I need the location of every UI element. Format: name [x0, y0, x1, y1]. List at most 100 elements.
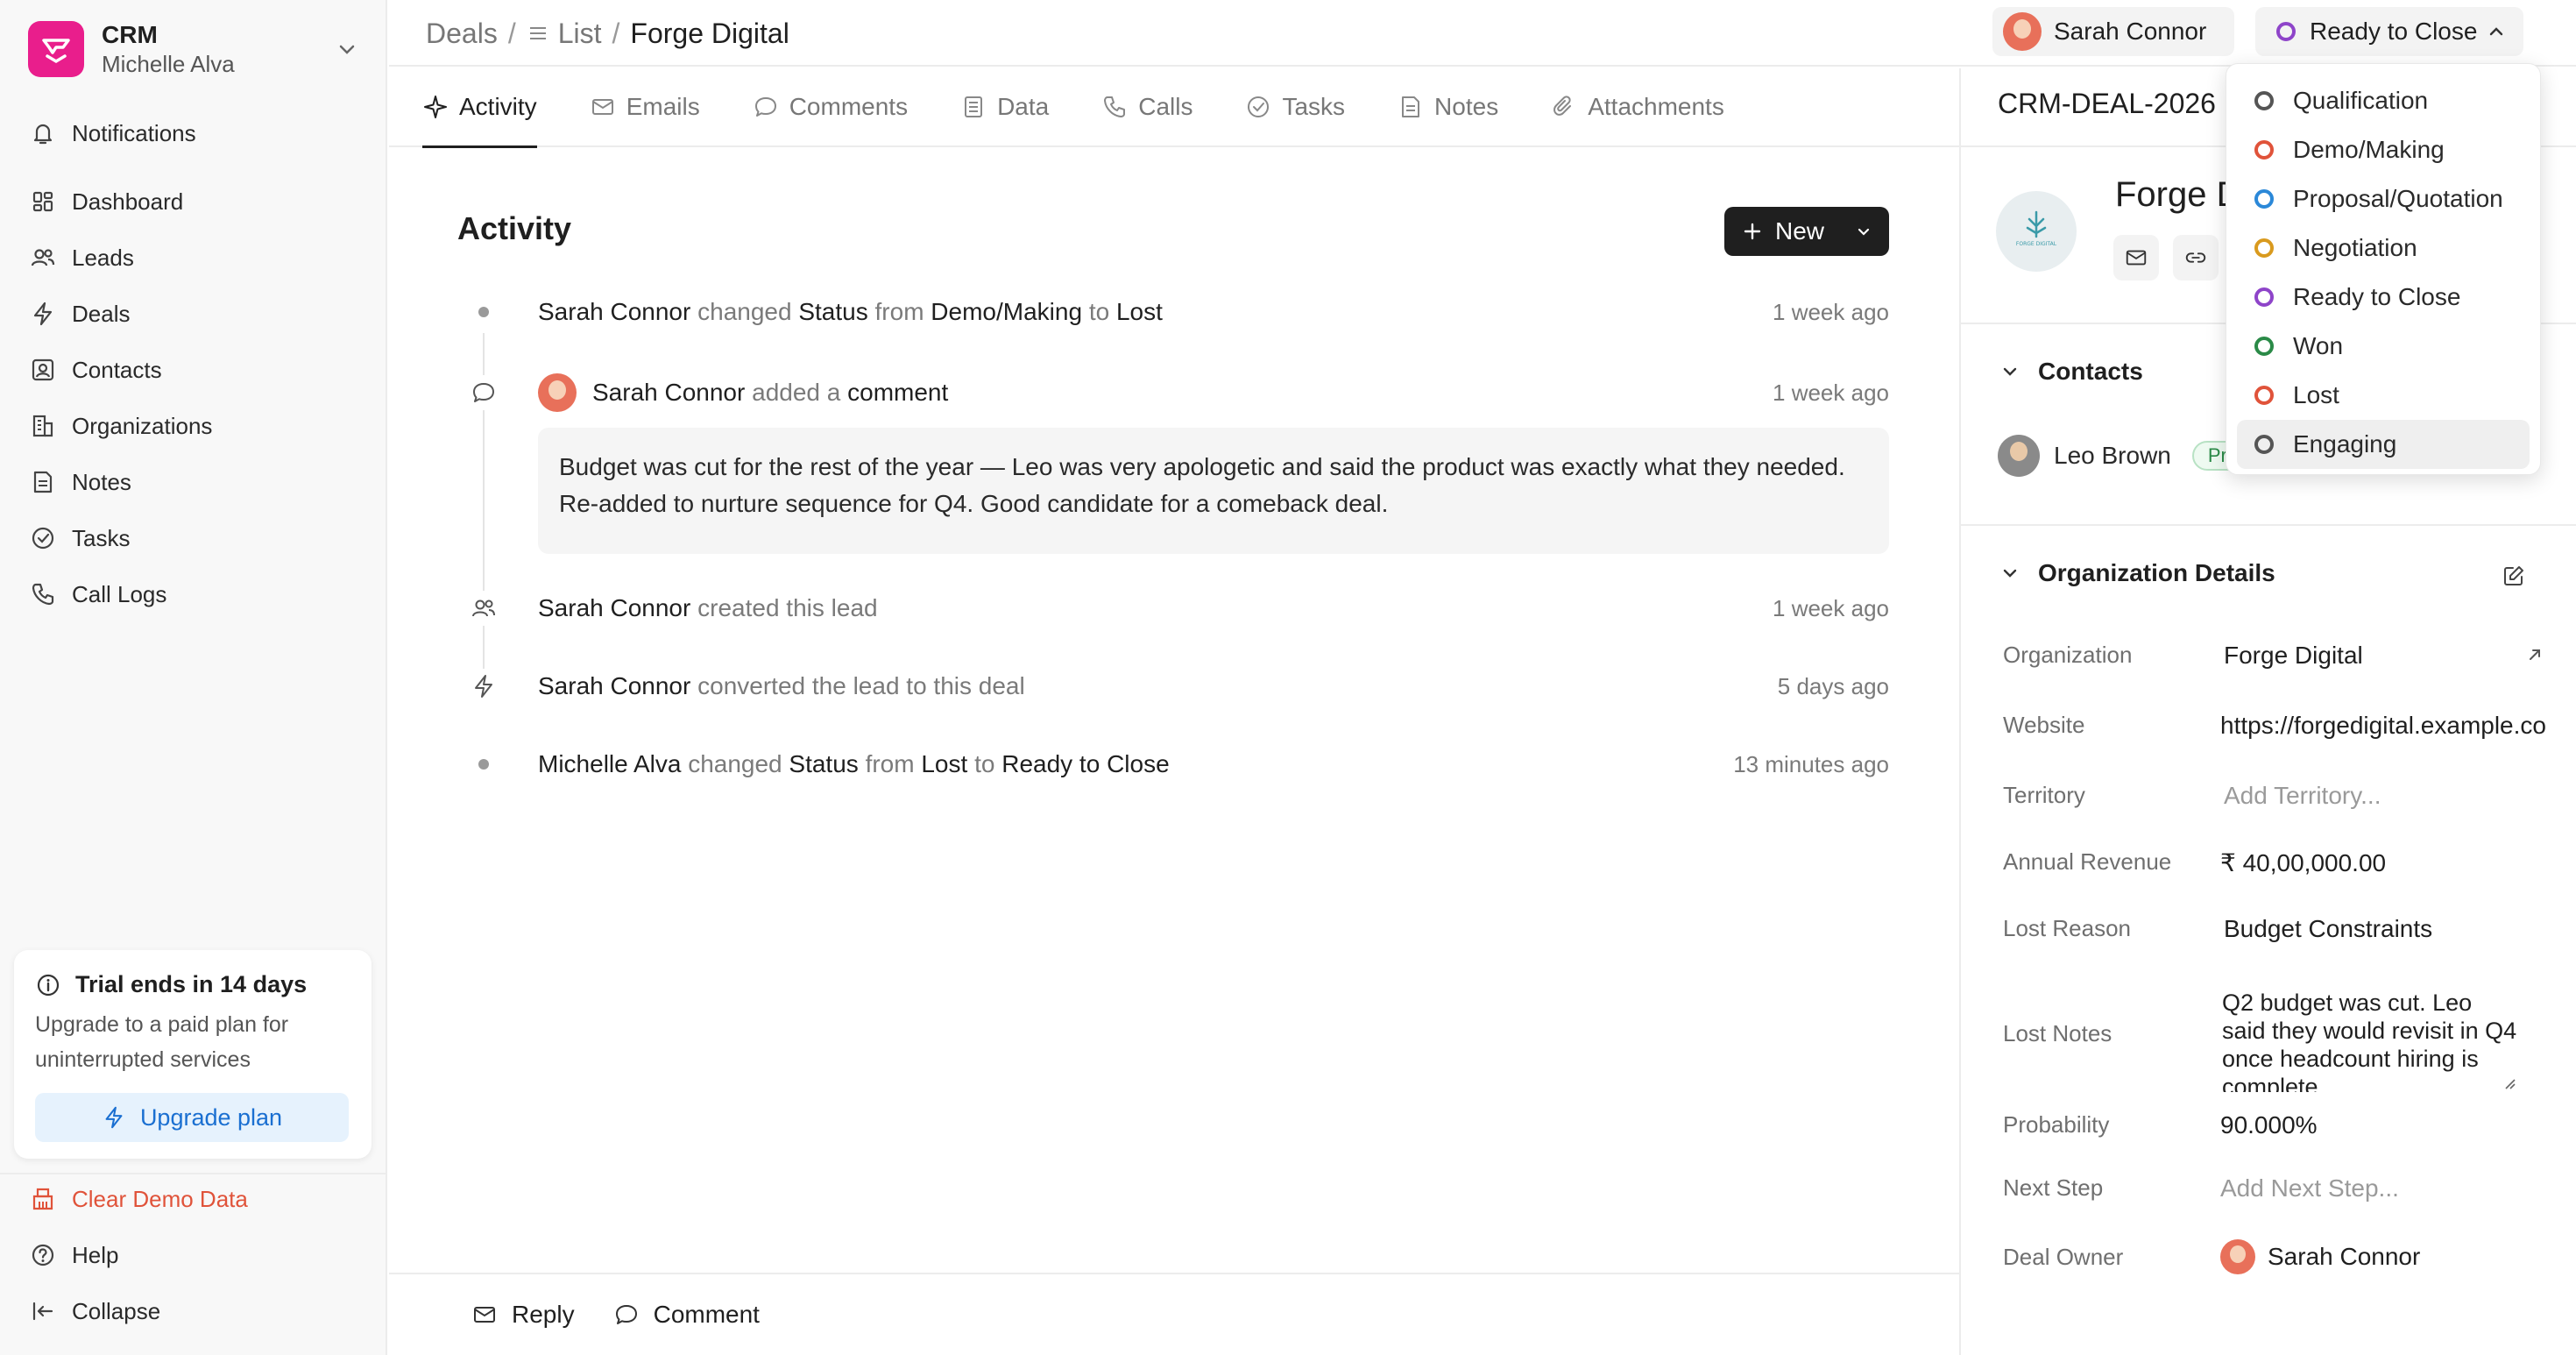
sidebar-item-organizations[interactable]: Organizations [19, 398, 368, 454]
resize-handle-icon[interactable] [2502, 1076, 2516, 1090]
sidebar-item-label: Leads [72, 244, 134, 271]
tab-label: Tasks [1282, 93, 1346, 120]
comment-body: Budget was cut for the rest of the year … [538, 428, 1889, 554]
deal-owner-label: Sarah Connor [2054, 18, 2207, 45]
phone-icon [28, 579, 58, 609]
field-lost-reason: Lost Reason Budget Constraints [2003, 915, 2546, 943]
field-deal-owner: Deal Owner Sarah Connor [2003, 1239, 2546, 1274]
sidebar-item-call-logs[interactable]: Call Logs [19, 566, 368, 622]
field-label: Deal Owner [2003, 1243, 2124, 1270]
trial-card: Trial ends in 14 days Upgrade to a paid … [14, 950, 372, 1159]
field-label: Lost Reason [2003, 915, 2131, 941]
trial-title: Trial ends in 14 days [75, 971, 308, 997]
email-org-button[interactable] [2113, 235, 2159, 280]
breadcrumb-deals[interactable]: Deals [426, 18, 498, 50]
organization-details-title: Organization Details [2038, 559, 2275, 586]
chevron-down-icon [1999, 361, 2020, 382]
status-option-negotiation[interactable]: Negotiation [2237, 223, 2530, 273]
annual-revenue-input[interactable]: ₹ 40,00,000.00 [2220, 848, 2546, 877]
status-option-engaging[interactable]: Engaging [2237, 420, 2530, 469]
sidebar-item-leads[interactable]: Leads [19, 230, 368, 286]
status-ring-icon [2254, 435, 2274, 454]
dashboard-icon [28, 187, 58, 216]
status-indicator-icon [2276, 22, 2296, 41]
status-label: Ready to Close [2310, 18, 2478, 45]
organization-logo[interactable]: FORGE DIGITAL [1996, 191, 2077, 272]
tab-data[interactable]: Data [960, 67, 1049, 146]
edit-icon[interactable] [2501, 563, 2527, 589]
tab-activity[interactable]: Activity [422, 67, 537, 148]
breadcrumb-current: Forge Digital [630, 17, 789, 49]
crm-logo-icon [28, 21, 84, 77]
copy-link-button[interactable] [2173, 235, 2219, 280]
tab-emails[interactable]: Emails [590, 67, 700, 146]
sidebar-item-tasks[interactable]: Tasks [19, 510, 368, 566]
status-option-proposal-quotation[interactable]: Proposal/Quotation [2237, 174, 2530, 223]
chevron-down-icon [1999, 563, 2020, 584]
status-option-demo-making[interactable]: Demo/Making [2237, 125, 2530, 174]
tab-label: Data [997, 93, 1050, 120]
lost-notes-textarea[interactable]: Q2 budget was cut. Leo said they would r… [2222, 989, 2520, 1092]
tab-notes[interactable]: Notes [1398, 67, 1498, 146]
reply-label: Reply [512, 1301, 575, 1328]
mail-icon [2124, 245, 2148, 270]
next-step-input[interactable]: Add Next Step... [2220, 1174, 2546, 1202]
status-dropdown-button[interactable]: Ready to Close [2255, 7, 2523, 56]
timeline-dot [478, 759, 489, 770]
probability-input[interactable]: 90.000% [2220, 1111, 2546, 1139]
help-button[interactable]: Help [19, 1227, 368, 1283]
status-option-lost[interactable]: Lost [2237, 371, 2530, 420]
status-ring-icon [2254, 287, 2274, 307]
status-option-qualification[interactable]: Qualification [2237, 76, 2530, 125]
sidebar-item-label: Deals [72, 300, 131, 327]
clear-demo-data-button[interactable]: Clear Demo Data [19, 1171, 368, 1227]
activity-time: 5 days ago [1777, 672, 1889, 699]
deal-owner-select[interactable]: Sarah Connor [2220, 1239, 2546, 1274]
new-button-label: New [1775, 217, 1825, 245]
organization-link[interactable]: Forge Digital [2220, 642, 2546, 670]
field-label: Annual Revenue [2003, 848, 2172, 875]
lost-reason-select[interactable]: Budget Constraints [2220, 915, 2546, 943]
sidebar-item-label: Notifications [72, 119, 196, 146]
comment-button[interactable]: Comment [613, 1301, 760, 1329]
activity-time: 1 week ago [1773, 379, 1889, 406]
data-icon [960, 94, 987, 120]
contacts-section-title: Contacts [2038, 358, 2143, 385]
territory-select[interactable]: Add Territory... [2220, 782, 2546, 810]
breadcrumb-list[interactable]: List [558, 18, 602, 50]
lightning-icon [102, 1105, 126, 1130]
help-icon [28, 1240, 58, 1270]
tab-attachments[interactable]: Attachments [1551, 67, 1724, 146]
mail-icon [471, 1302, 498, 1328]
collapse-sidebar-button[interactable]: Collapse [19, 1283, 368, 1339]
sidebar-item-deals[interactable]: Deals [19, 286, 368, 342]
reply-button[interactable]: Reply [471, 1301, 575, 1329]
contacts-section-toggle[interactable]: Contacts [1999, 358, 2143, 386]
activity-actor: Michelle Alva [538, 750, 682, 777]
status-option-ready-to-close[interactable]: Ready to Close [2237, 273, 2530, 322]
note-icon [1398, 94, 1424, 120]
collapse-label: Collapse [72, 1297, 161, 1324]
organization-details-toggle[interactable]: Organization Details [1999, 559, 2275, 587]
workspace-switcher[interactable]: CRM Michelle Alva [28, 19, 359, 79]
breadcrumb-separator: / [612, 17, 620, 49]
tab-comments[interactable]: Comments [753, 67, 908, 146]
tab-calls[interactable]: Calls [1101, 67, 1192, 146]
website-input[interactable]: https://forgedigital.example.com [2220, 712, 2546, 740]
sidebar-item-dashboard[interactable]: Dashboard [19, 174, 368, 230]
tab-label: Activity [459, 93, 537, 120]
plus-icon [1742, 221, 1763, 242]
sidebar-item-contacts[interactable]: Contacts [19, 342, 368, 398]
status-ring-icon [2254, 238, 2274, 258]
sidebar-item-label: Call Logs [72, 580, 167, 607]
tab-tasks[interactable]: Tasks [1245, 67, 1345, 146]
sidebar-item-notes[interactable]: Notes [19, 454, 368, 510]
building-icon [28, 411, 58, 441]
external-link-icon[interactable] [2523, 643, 2546, 666]
upgrade-plan-button[interactable]: Upgrade plan [35, 1093, 349, 1142]
deal-owner-button[interactable]: Sarah Connor [1992, 7, 2234, 56]
new-activity-button[interactable]: New [1724, 207, 1889, 256]
status-option-won[interactable]: Won [2237, 322, 2530, 371]
sidebar-item-notifications[interactable]: Notifications [19, 105, 368, 161]
field-organization: Organization Forge Digital [2003, 642, 2546, 670]
